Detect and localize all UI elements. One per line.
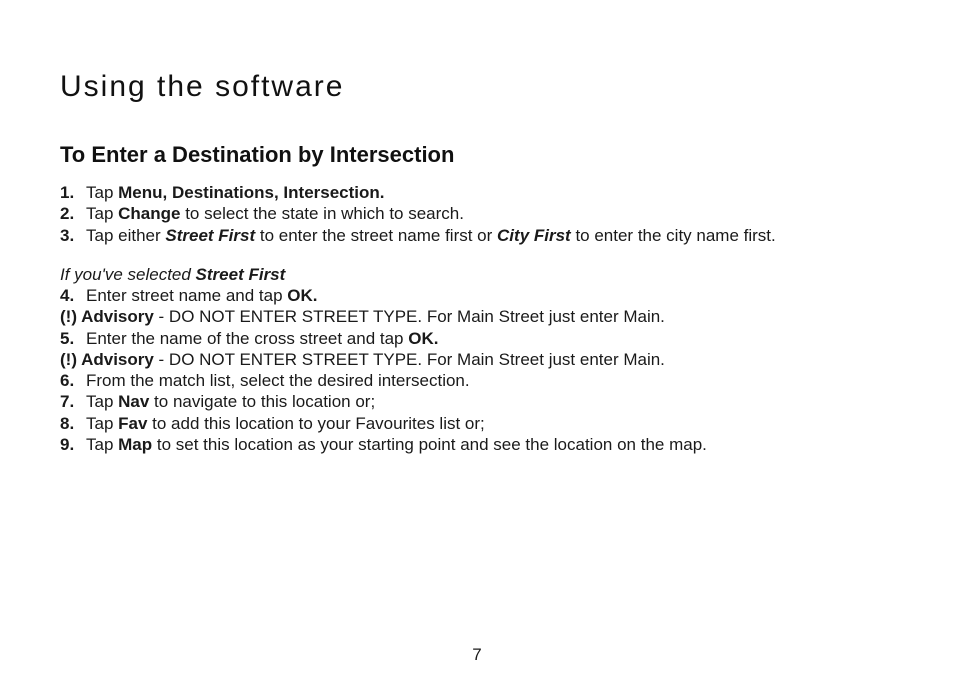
text-segment: Enter street name and tap [86, 286, 287, 305]
text-segment: (!) Advisory [60, 350, 154, 369]
text-segment: (!) Advisory [60, 307, 154, 326]
text-segment: Tap either [86, 226, 165, 245]
step-line: 4.Enter street name and tap OK. [60, 285, 894, 306]
step-number: 3. [60, 225, 86, 246]
step-number: 1. [60, 182, 86, 203]
step-line: 1.Tap Menu, Destinations, Intersection. [60, 182, 894, 203]
step-number: 7. [60, 391, 86, 412]
text-segment: If you've selected [60, 265, 196, 284]
text-segment: Street First [196, 265, 286, 284]
text-segment: Tap [86, 204, 118, 223]
step-line: 3.Tap either Street First to enter the s… [60, 225, 894, 246]
text-line: (!) Advisory - DO NOT ENTER STREET TYPE.… [60, 349, 894, 370]
section-heading: To Enter a Destination by Intersection [60, 142, 894, 168]
step-number: 5. [60, 328, 86, 349]
step-line: 9.Tap Map to set this location as your s… [60, 434, 894, 455]
text-segment: - DO NOT ENTER STREET TYPE. For Main Str… [154, 350, 665, 369]
text-segment: Tap [86, 183, 118, 202]
step-number: 4. [60, 285, 86, 306]
text-segment: OK. [408, 329, 438, 348]
step-number: 2. [60, 203, 86, 224]
text-line: If you've selected Street First [60, 264, 894, 285]
step-number: 8. [60, 413, 86, 434]
text-segment: From the match list, select the desired … [86, 371, 470, 390]
text-line: (!) Advisory - DO NOT ENTER STREET TYPE.… [60, 306, 894, 327]
step-number: 9. [60, 434, 86, 455]
text-segment: Map [118, 435, 152, 454]
step-line: 2.Tap Change to select the state in whic… [60, 203, 894, 224]
text-segment: - DO NOT ENTER STREET TYPE. For Main Str… [154, 307, 665, 326]
text-segment: to set this location as your starting po… [152, 435, 707, 454]
text-segment: Fav [118, 414, 147, 433]
text-segment: to add this location to your Favourites … [147, 414, 484, 433]
step-line: 5.Enter the name of the cross street and… [60, 328, 894, 349]
document-page: Using the software To Enter a Destinatio… [0, 0, 954, 687]
page-title: Using the software [60, 70, 894, 104]
text-segment: OK. [287, 286, 317, 305]
step-line: 7.Tap Nav to navigate to this location o… [60, 391, 894, 412]
page-number: 7 [0, 645, 954, 665]
text-segment: to enter the city name first. [571, 226, 776, 245]
text-segment: Tap [86, 392, 118, 411]
text-segment: Enter the name of the cross street and t… [86, 329, 408, 348]
text-segment: to enter the street name first or [255, 226, 497, 245]
text-segment: City First [497, 226, 571, 245]
blank-line [60, 246, 894, 264]
text-segment: Menu, Destinations, Intersection. [118, 183, 384, 202]
text-segment: Change [118, 204, 180, 223]
text-segment: Nav [118, 392, 149, 411]
body-text: 1.Tap Menu, Destinations, Intersection.2… [60, 182, 894, 455]
text-segment: Tap [86, 414, 118, 433]
step-number: 6. [60, 370, 86, 391]
text-segment: Street First [165, 226, 255, 245]
step-line: 6.From the match list, select the desire… [60, 370, 894, 391]
step-line: 8.Tap Fav to add this location to your F… [60, 413, 894, 434]
text-segment: to navigate to this location or; [149, 392, 375, 411]
text-segment: to select the state in which to search. [180, 204, 463, 223]
text-segment: Tap [86, 435, 118, 454]
